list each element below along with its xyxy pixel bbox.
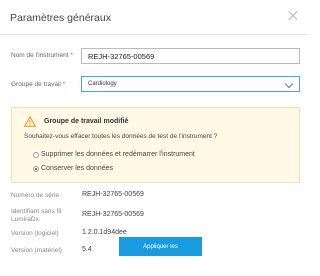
close-icon[interactable] xyxy=(286,9,300,23)
workgroup-select[interactable]: Cardiology xyxy=(81,76,300,92)
general-settings-dialog: Paramètres généraux Nom de l'instrument … xyxy=(0,0,309,269)
serial-number-label: Numéro de série xyxy=(11,192,60,199)
hardware-version-label: Version (matériel) xyxy=(11,247,62,254)
chevron-down-icon[interactable] xyxy=(286,81,293,88)
instrument-name-input[interactable]: REJH-32765-00569 xyxy=(81,48,300,64)
dialog-header: Paramètres généraux xyxy=(0,0,309,35)
software-version-label: Version (logiciel) xyxy=(11,230,59,237)
dialog-title: Paramètres généraux xyxy=(10,12,111,24)
instrument-name-label: Nom de l'instrument * xyxy=(11,52,73,59)
radio-keep-data-label[interactable]: Conserver les données xyxy=(41,165,113,172)
alert-title: Groupe de travail modifié xyxy=(44,118,129,125)
apply-changes-button[interactable]: Appliquer les modifications xyxy=(119,237,202,269)
warning-icon xyxy=(24,116,36,127)
radio-delete-data-label[interactable]: Supprimer les données et redémarrer l'in… xyxy=(41,151,195,158)
workgroup-changed-alert: Groupe de travail modifié Souhaitez-vous… xyxy=(11,107,300,183)
radio-keep-data[interactable] xyxy=(33,166,39,172)
serial-number-value: REJH-32765-00569 xyxy=(82,191,144,198)
alert-question: Souhaitez-vous effacer toutes les donnée… xyxy=(24,133,218,140)
workgroup-label: Groupe de travail * xyxy=(11,81,66,88)
radio-delete-data[interactable] xyxy=(33,152,39,158)
software-version-value: 1.2.0.1d94dee xyxy=(82,229,127,236)
hardware-version-value: 5.4 xyxy=(82,246,92,253)
wireless-id-label-line2: LumiraDx xyxy=(11,216,39,223)
wireless-id-value: REJH-32765-00569 xyxy=(82,211,144,218)
